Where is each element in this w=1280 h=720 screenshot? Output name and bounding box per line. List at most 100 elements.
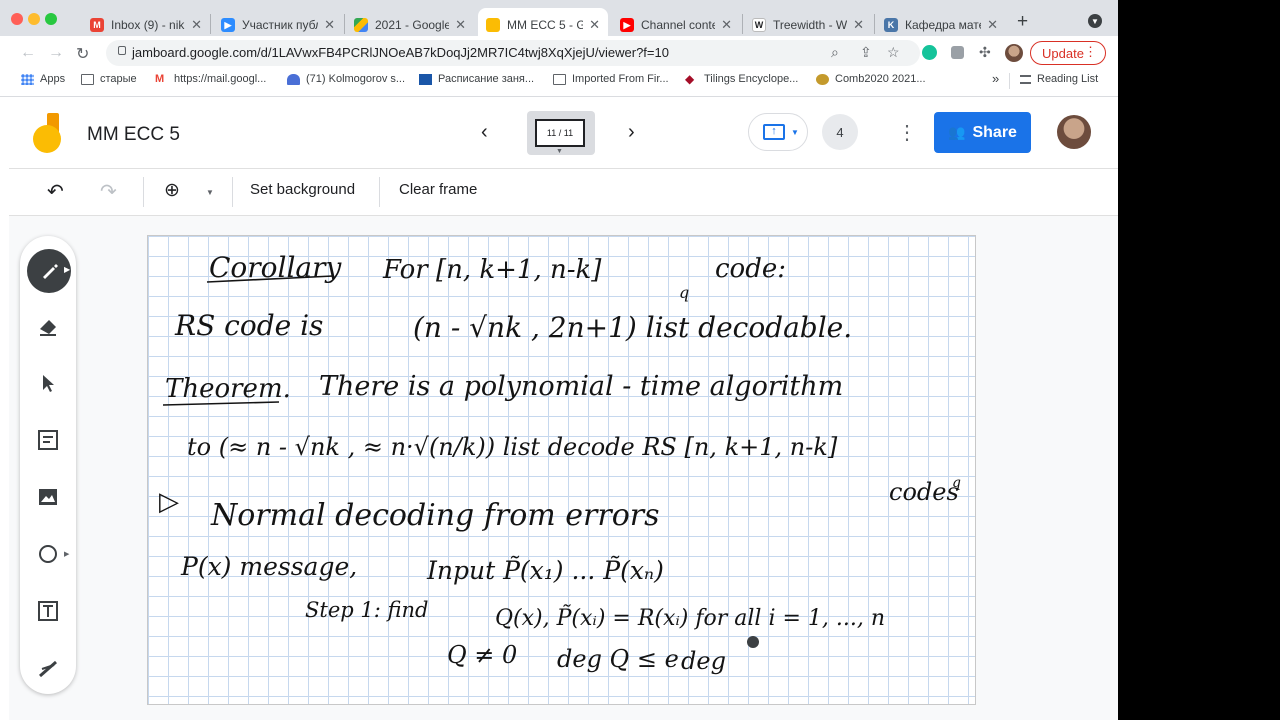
profile-avatar-small[interactable]	[1005, 44, 1023, 62]
hw-input: Input P̃(x₁) ... P̃(xₙ)	[426, 556, 664, 585]
select-icon	[43, 375, 54, 392]
pen-icon	[43, 264, 58, 279]
frame-indicator[interactable]: 11 / 11	[535, 119, 585, 147]
folder-icon	[553, 73, 566, 85]
close-tab-icon[interactable]: ✕	[191, 17, 202, 33]
tab-title: MM ECC 5 - G	[507, 18, 584, 32]
jamboard-logo	[33, 113, 63, 153]
close-tab-icon[interactable]: ✕	[455, 17, 466, 33]
zoom-dropdown-icon[interactable]: ▼	[206, 188, 214, 197]
close-tab-icon[interactable]: ✕	[987, 17, 998, 33]
extension-icon[interactable]	[951, 46, 964, 59]
sticky-note-icon	[38, 430, 58, 450]
undo-icon[interactable]: ↶	[47, 179, 64, 204]
textbox-icon	[38, 601, 58, 621]
bookmark-label: Apps	[40, 73, 66, 85]
image-tool[interactable]	[28, 477, 68, 517]
bookmark-label: старые	[100, 73, 137, 85]
share-label: Share	[972, 123, 1017, 141]
present-button[interactable]: ↑ ▼	[748, 113, 808, 151]
hw-subscript-q: q	[679, 283, 689, 302]
zoom-icon: ▶	[221, 18, 235, 32]
bookmark-label: Imported From Fir...	[572, 73, 669, 85]
bookmark-folder[interactable]: старые	[81, 73, 137, 85]
new-tab-button[interactable]: +	[1017, 11, 1028, 33]
bookmark-label: https://mail.googl...	[174, 73, 267, 85]
bookmark-apps[interactable]: Apps	[21, 73, 65, 85]
back-icon[interactable]: ←	[20, 44, 36, 62]
tab-title: Inbox (9) - nik	[111, 18, 185, 32]
reading-list-icon	[1020, 74, 1031, 84]
laser-tool[interactable]	[28, 648, 68, 688]
bookmark-folder[interactable]: Imported From Fir...	[553, 73, 669, 85]
update-button[interactable]: Update ⋮	[1030, 41, 1106, 65]
grammarly-icon[interactable]	[922, 45, 937, 60]
select-tool[interactable]	[28, 363, 68, 403]
jamboard-icon	[486, 18, 500, 32]
more-vert-icon: ⋮	[1084, 44, 1097, 59]
minimize-window-button[interactable]	[28, 13, 40, 25]
hw-normal-decoding: Normal decoding from errors	[210, 498, 660, 533]
lock-icon[interactable]	[118, 46, 126, 55]
hw-list-decode: to (≈ n - √nk , ≈ n·√(n/k)) list decode …	[187, 433, 838, 461]
bookmark-item[interactable]: M https://mail.googl...	[155, 73, 266, 85]
screen-margin	[1118, 0, 1280, 720]
people-icon	[287, 73, 300, 85]
reading-list-button[interactable]: Reading List	[1020, 73, 1098, 85]
set-background-button[interactable]: Set background	[250, 181, 355, 198]
forward-icon[interactable]: →	[48, 44, 64, 62]
apps-grid-icon	[21, 73, 34, 85]
prev-frame-icon[interactable]: ‹	[481, 121, 488, 144]
share-button[interactable]: 👥 Share	[934, 112, 1031, 153]
share-page-icon[interactable]: ⇪	[860, 44, 872, 61]
bookmark-item[interactable]: Расписание заня...	[419, 73, 534, 85]
reading-list-label: Reading List	[1037, 73, 1099, 85]
zoom-icon[interactable]: ⊕	[164, 179, 180, 202]
shape-tool[interactable]	[28, 534, 68, 574]
maximize-window-button[interactable]	[45, 13, 57, 25]
tab-title: 2021 - Google	[375, 18, 450, 32]
hw-equation: Q(x), P̃(xᵢ) = R(xᵢ) for all i = 1, ...,…	[495, 605, 885, 631]
collaborators-count[interactable]: 4	[822, 114, 858, 150]
more-bookmarks-icon[interactable]: »	[992, 71, 999, 86]
bookmark-item[interactable]: Comb2020 2021...	[816, 73, 926, 85]
more-options-icon[interactable]: ⋮	[897, 120, 917, 145]
reload-icon[interactable]: ↻	[76, 44, 89, 64]
bookmark-label: Расписание заня...	[438, 73, 535, 85]
sticky-note-tool[interactable]	[28, 420, 68, 460]
blue-square-icon	[419, 73, 432, 85]
gmail-icon: M	[90, 18, 104, 32]
close-window-button[interactable]	[11, 13, 23, 25]
close-tab-icon[interactable]: ✕	[589, 17, 600, 33]
browser-window: M Inbox (9) - nik ✕ ▶ Участник публ ✕ 20…	[0, 0, 1118, 720]
tab-search-icon[interactable]: ▼	[1088, 14, 1102, 28]
bookmark-item[interactable]: (71) Kolmogorov s...	[287, 73, 405, 85]
medal-icon	[816, 73, 829, 85]
jam-title[interactable]: MM ECC 5	[87, 124, 180, 146]
bookmark-star-icon[interactable]: ☆	[887, 44, 900, 61]
present-icon: ↑	[763, 124, 785, 140]
hw-list-decodable: (n - √nk , 2n+1) list decodable.	[413, 311, 852, 344]
eraser-icon	[40, 320, 56, 336]
google-drive-icon	[354, 18, 368, 32]
textbox-tool[interactable]	[28, 591, 68, 631]
redo-icon[interactable]: ↷	[100, 179, 117, 204]
close-tab-icon[interactable]: ✕	[324, 17, 335, 33]
hw-poly-algorithm: There is a polynomial - time algorithm	[319, 371, 843, 402]
url-text[interactable]: jamboard.google.com/d/1LAVwxFB4PCRlJNOeA…	[132, 45, 669, 60]
user-avatar[interactable]	[1057, 115, 1091, 149]
next-frame-icon[interactable]: ›	[628, 121, 635, 144]
eraser-tool[interactable]	[28, 306, 68, 346]
bookmark-item[interactable]: ◆ Tilings Encyclope...	[685, 73, 799, 86]
hw-triangle: ▷	[159, 487, 179, 517]
extensions-puzzle-icon[interactable]: ✣	[979, 44, 991, 61]
zoom-lens-icon[interactable]: ⌕	[831, 44, 839, 61]
hw-code-params: For [n, k+1, n-k]	[382, 255, 602, 285]
hw-q-nonzero: Q ≠ 0	[447, 641, 517, 669]
bookmark-label: Tilings Encyclope...	[704, 73, 799, 85]
close-tab-icon[interactable]: ✕	[721, 17, 732, 33]
folder-icon	[81, 73, 94, 85]
close-tab-icon[interactable]: ✕	[853, 17, 864, 33]
clear-frame-button[interactable]: Clear frame	[399, 181, 477, 198]
pen-expand-icon: ▶	[64, 265, 71, 274]
